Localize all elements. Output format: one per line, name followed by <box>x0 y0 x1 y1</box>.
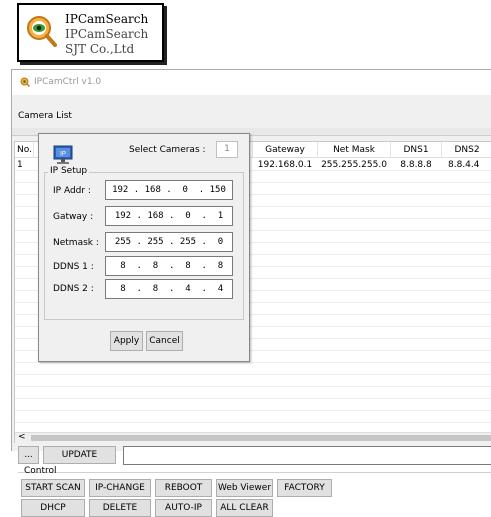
grid-line <box>15 374 491 375</box>
app-info-card: IPCamSearch IPCamSearch SJT Co.,Ltd <box>17 3 164 62</box>
app-name: IPCamSearch <box>65 12 149 26</box>
column-header-netmask[interactable]: Net Mask <box>318 145 390 155</box>
grid-line <box>15 362 491 363</box>
grid-line <box>15 386 491 387</box>
ip-change-button[interactable]: IP-CHANGE <box>89 479 151 497</box>
cell-dns2: 8.8.4.4 <box>448 160 480 170</box>
magnifier-eye-icon <box>27 16 57 47</box>
ip-addr-field[interactable]: 192 . 168 . 0 . 150 <box>105 180 233 200</box>
start-scan-button[interactable]: START SCAN <box>21 479 85 497</box>
column-header-dns1[interactable]: DNS1 <box>391 145 441 155</box>
svg-text:IP: IP <box>60 152 66 158</box>
auto-ip-button[interactable]: AUTO-IP <box>155 499 212 517</box>
ddns2-label: DDNS 2 : <box>53 284 94 294</box>
select-cameras-count: 1 <box>216 141 238 158</box>
ddns2-field[interactable]: 8 . 8 . 4 . 4 <box>105 279 233 299</box>
dhcp-button[interactable]: DHCP <box>21 499 85 517</box>
gateway-field[interactable]: 192 . 168 . 0 . 1 <box>105 206 233 226</box>
browse-button[interactable]: ... <box>18 446 39 464</box>
update-button[interactable]: UPDATE <box>43 446 116 464</box>
apply-button[interactable]: Apply <box>110 331 143 351</box>
scroll-left-arrow-icon[interactable]: < <box>18 432 26 442</box>
app-icon <box>20 77 30 87</box>
column-header-dns2[interactable]: DNS2 <box>442 145 491 155</box>
netmask-label: Netmask : <box>53 238 99 248</box>
cell-gateway: 192.168.0.1 <box>257 160 313 170</box>
factory-button[interactable]: FACTORY <box>277 479 332 497</box>
cell-no: 1 <box>17 160 23 170</box>
all-clear-button[interactable]: ALL CLEAR <box>216 499 273 517</box>
ip-addr-label: IP Addr : <box>53 186 91 196</box>
netmask-field[interactable]: 255 . 255 . 255 . 0 <box>105 232 233 252</box>
grid-line <box>15 422 491 423</box>
firmware-path-input[interactable] <box>123 446 491 465</box>
control-group-label: Control <box>24 466 57 476</box>
scrollbar-thumb[interactable] <box>31 435 491 441</box>
reboot-button[interactable]: REBOOT <box>155 479 212 497</box>
title-bar[interactable]: IPCamCtrl v1.0 <box>12 70 491 95</box>
app-publisher: SJT Co.,Ltd <box>65 42 135 56</box>
ip-setup-group-label: IP Setup <box>48 166 90 176</box>
app-description: IPCamSearch <box>65 27 149 41</box>
ddns1-field[interactable]: 8 . 8 . 8 . 8 <box>105 256 233 276</box>
web-viewer-button[interactable]: Web Viewer <box>216 479 273 497</box>
control-group-frame <box>18 472 491 473</box>
camera-list-label: Camera List <box>18 111 72 121</box>
grid-line <box>15 398 491 399</box>
ddns1-label: DDNS 1 : <box>53 262 94 272</box>
column-divider <box>33 142 34 158</box>
ip-setup-dialog: IP Select Cameras : 1 IP Setup IP Addr :… <box>38 133 250 362</box>
cancel-button[interactable]: Cancel <box>146 331 183 351</box>
window-title: IPCamCtrl v1.0 <box>34 77 102 87</box>
grid-line <box>15 410 491 411</box>
column-header-no[interactable]: No. <box>17 145 32 155</box>
column-header-gateway[interactable]: Gateway <box>253 145 317 155</box>
select-cameras-label: Select Cameras : <box>129 145 206 155</box>
horizontal-scrollbar[interactable]: < <box>15 432 491 443</box>
delete-button[interactable]: DELETE <box>89 499 151 517</box>
cell-dns1: 8.8.8.8 <box>400 160 432 170</box>
cell-netmask: 255.255.255.0 <box>321 160 387 170</box>
gateway-label: Gatway : <box>53 212 94 222</box>
monitor-icon: IP <box>53 145 73 164</box>
